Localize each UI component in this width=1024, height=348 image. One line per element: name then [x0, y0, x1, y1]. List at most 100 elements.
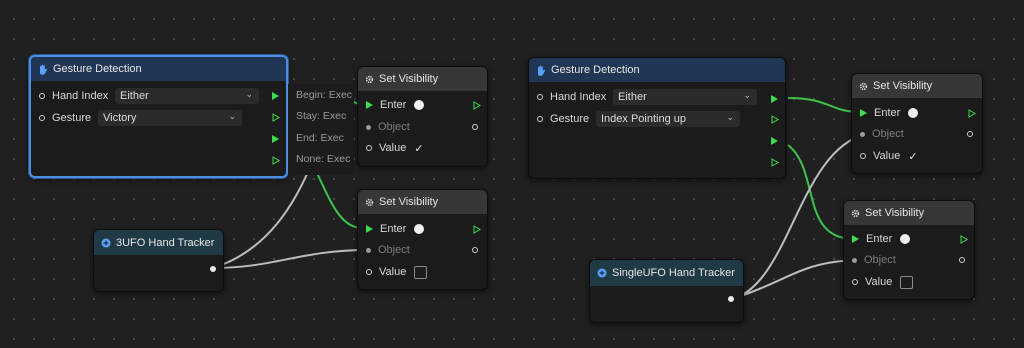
- exec-out-stay-port[interactable]: [272, 113, 280, 125]
- set-visibility-node-4[interactable]: Set Visibility Enter Object Value: [843, 200, 975, 300]
- exec-in-port[interactable]: [860, 109, 867, 117]
- object-in-port[interactable]: [366, 247, 371, 253]
- value-label: Value: [873, 150, 901, 162]
- gesture-port[interactable]: [39, 115, 45, 121]
- hand-icon: [538, 65, 546, 76]
- exec-out-begin-port[interactable]: [771, 95, 778, 103]
- value-port[interactable]: [366, 145, 372, 151]
- node-header[interactable]: Set Visibility: [852, 74, 982, 98]
- exec-wire-end: [315, 170, 363, 229]
- enter-toggle[interactable]: [414, 100, 425, 110]
- value-port[interactable]: [860, 153, 866, 159]
- gesture-dropdown[interactable]: Victory ⌄: [98, 110, 242, 126]
- node-header[interactable]: SingleUFO Hand Tracker: [590, 260, 743, 286]
- set-visibility-node-3[interactable]: Set Visibility Enter Object Value ✓: [851, 73, 983, 174]
- hand-index-dropdown[interactable]: Either ⌄: [115, 88, 259, 104]
- chevron-down-icon: ⌄: [245, 89, 253, 99]
- enter-toggle[interactable]: [908, 108, 919, 118]
- exec-out-port[interactable]: [968, 109, 976, 121]
- exec-out-end-port[interactable]: [771, 137, 778, 145]
- value-label: Value: [379, 142, 407, 154]
- hand-index-dropdown[interactable]: Either ⌄: [613, 89, 757, 105]
- exec-out-end-port[interactable]: [272, 135, 279, 143]
- hand-index-label: Hand Index: [550, 91, 607, 103]
- object-label: Object: [378, 121, 410, 133]
- enter-label: Enter: [380, 223, 407, 235]
- event-begin: Begin: Exec: [296, 89, 353, 101]
- event-stay: Stay: Exec: [296, 110, 347, 122]
- exec-out-stay-port[interactable]: [771, 115, 779, 127]
- value-port[interactable]: [852, 279, 858, 285]
- hand-index-value: Either: [618, 91, 647, 103]
- exec-in-port[interactable]: [366, 101, 373, 109]
- exec-in-port[interactable]: [366, 225, 373, 233]
- enter-toggle[interactable]: [414, 224, 425, 234]
- exec-out-none-port[interactable]: [771, 158, 779, 170]
- node-header[interactable]: Gesture Detection: [31, 57, 286, 81]
- node-header[interactable]: 3UFO Hand Tracker: [94, 230, 223, 255]
- node-header[interactable]: Gesture Detection: [529, 58, 785, 82]
- node-title: Set Visibility: [873, 80, 933, 92]
- enter-label: Enter: [874, 107, 901, 119]
- object-out-port[interactable]: [472, 247, 478, 253]
- tracker-out-port[interactable]: [728, 296, 734, 302]
- exec-out-port[interactable]: [473, 101, 481, 113]
- object-out-port[interactable]: [959, 257, 965, 263]
- exec-out-port[interactable]: [960, 235, 968, 247]
- object-label: Object: [872, 128, 904, 140]
- hand-tracker-node-1[interactable]: 3UFO Hand Tracker: [93, 229, 224, 292]
- gesture-detection-node-2[interactable]: Gesture Detection Hand Index Either ⌄ Ge…: [528, 57, 786, 179]
- gear-icon: [859, 82, 868, 90]
- event-end: End: Exec: [296, 132, 344, 144]
- node-title: SingleUFO Hand Tracker: [612, 267, 735, 279]
- gesture-detection-node-1[interactable]: Gesture Detection Hand Index Either ⌄ Ge…: [29, 55, 288, 178]
- gesture-value: Index Pointing up: [601, 113, 687, 125]
- plus-circle-icon: [597, 268, 607, 278]
- value-checkbox[interactable]: ✓: [908, 150, 917, 163]
- node-title: 3UFO Hand Tracker: [116, 236, 215, 249]
- exec-out-none-port[interactable]: [272, 156, 280, 168]
- hand-index-port[interactable]: [39, 93, 45, 99]
- enter-label: Enter: [380, 99, 407, 111]
- gesture-port[interactable]: [537, 116, 543, 122]
- hand-tracker-node-2[interactable]: SingleUFO Hand Tracker: [589, 259, 744, 323]
- exec-out-begin-port[interactable]: [272, 92, 279, 100]
- object-in-port[interactable]: [366, 124, 371, 130]
- value-label: Value: [865, 276, 893, 288]
- chevron-down-icon: ⌄: [726, 112, 734, 122]
- set-visibility-node-2[interactable]: Set Visibility Enter Object Value: [357, 189, 488, 290]
- object-out-port[interactable]: [472, 124, 478, 130]
- tracker-out-port[interactable]: [210, 266, 216, 272]
- exec-out-port[interactable]: [473, 225, 481, 237]
- value-checkbox[interactable]: ✓: [414, 142, 423, 155]
- gear-icon: [365, 198, 374, 206]
- enter-toggle[interactable]: [900, 234, 911, 244]
- exec-wire-begin-2: [787, 97, 861, 113]
- object-out-port[interactable]: [967, 131, 973, 137]
- object-in-port[interactable]: [860, 131, 865, 137]
- enter-label: Enter: [866, 233, 893, 245]
- value-checkbox[interactable]: [900, 275, 914, 289]
- object-in-port[interactable]: [852, 257, 857, 263]
- plus-circle-icon: [101, 238, 111, 247]
- chevron-down-icon: ⌄: [743, 90, 751, 100]
- node-header[interactable]: Set Visibility: [844, 201, 974, 225]
- event-none: None: Exec: [296, 153, 351, 165]
- value-port[interactable]: [366, 269, 372, 275]
- gesture-value: Victory: [103, 112, 137, 124]
- gear-icon: [365, 75, 374, 83]
- object-label: Object: [378, 244, 410, 256]
- node-title: Set Visibility: [379, 196, 439, 208]
- exec-in-port[interactable]: [852, 235, 859, 243]
- node-title: Gesture Detection: [551, 64, 640, 76]
- gesture-dropdown[interactable]: Index Pointing up ⌄: [596, 111, 740, 127]
- chevron-down-icon: ⌄: [228, 111, 236, 121]
- hand-index-port[interactable]: [537, 94, 543, 100]
- hand-icon: [40, 64, 48, 75]
- node-header[interactable]: Set Visibility: [358, 67, 487, 91]
- set-visibility-node-1[interactable]: Set Visibility Enter Object Value ✓: [357, 66, 488, 167]
- hand-index-label: Hand Index: [52, 90, 109, 102]
- value-checkbox[interactable]: [414, 265, 428, 279]
- value-label: Value: [379, 266, 407, 278]
- node-header[interactable]: Set Visibility: [358, 190, 487, 214]
